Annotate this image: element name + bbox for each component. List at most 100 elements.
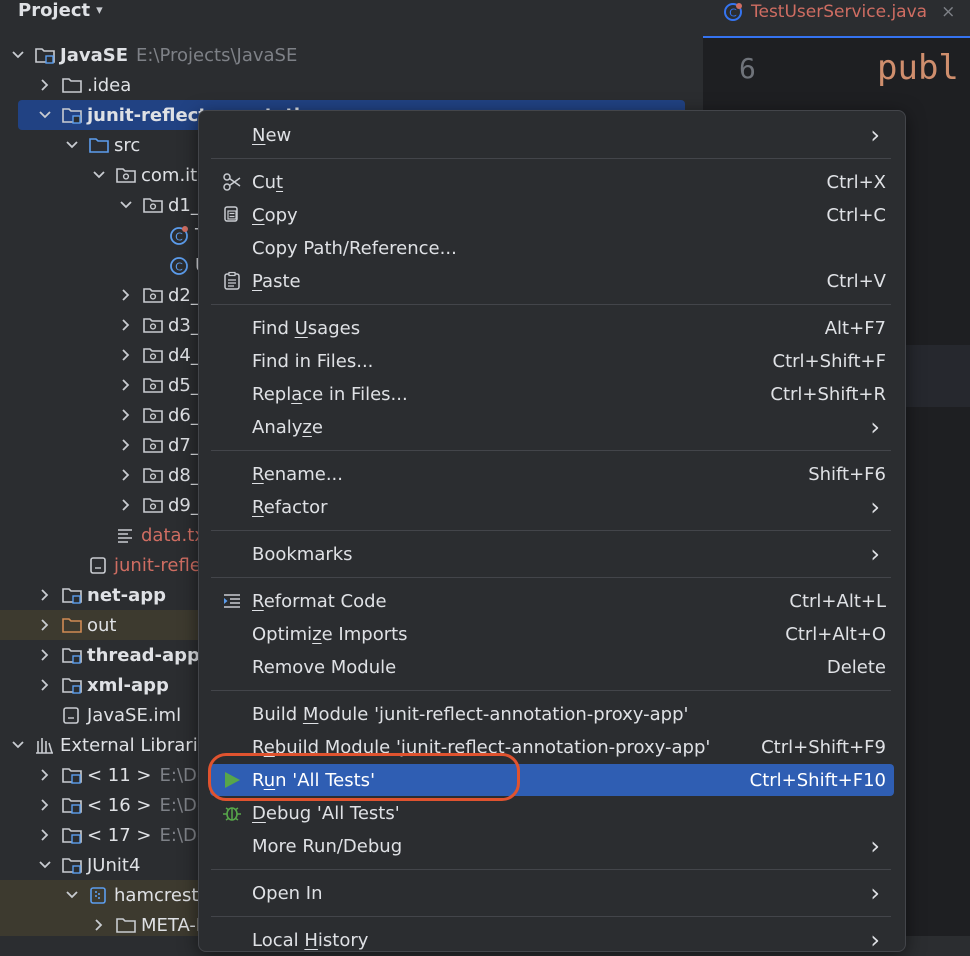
- menu-item-reformat-code[interactable]: Reformat Code Ctrl+Alt+L: [210, 585, 894, 617]
- menu-item-remove-module[interactable]: Remove Module Delete: [210, 651, 894, 683]
- menu-item-label: Debug 'All Tests': [252, 802, 400, 824]
- scissors-icon: [222, 172, 242, 192]
- chevron-right-icon[interactable]: [38, 78, 52, 92]
- menu-separator: [211, 450, 891, 451]
- menu-item-label: Copy Path/Reference...: [252, 237, 457, 259]
- menu-item-label: Replace in Files...: [252, 383, 408, 405]
- package-icon: [142, 285, 164, 305]
- chevron-right-icon[interactable]: [119, 498, 133, 512]
- tree-row[interactable]: JavaSE E:\Projects\JavaSE: [0, 40, 703, 70]
- package-icon: [142, 375, 164, 395]
- menu-item-shortcut: Alt+F7: [824, 317, 886, 339]
- menu-item-open-in[interactable]: Open In ›: [210, 877, 894, 909]
- chevron-right-icon[interactable]: [38, 798, 52, 812]
- chevron-right-icon[interactable]: [119, 288, 133, 302]
- tree-item-path: E:\Projects\JavaSE: [135, 44, 298, 66]
- package-icon: [142, 315, 164, 335]
- menu-item-label: More Run/Debug: [252, 835, 403, 857]
- chevron-down-icon[interactable]: [65, 888, 79, 902]
- tree-row[interactable]: .idea: [0, 70, 703, 100]
- tree-item-label: < 11 >: [87, 764, 152, 786]
- copy-icon: [222, 205, 242, 225]
- code-fragment[interactable]: publ: [877, 48, 959, 88]
- chevron-right-icon[interactable]: [38, 588, 52, 602]
- chevron-right-icon[interactable]: [119, 348, 133, 362]
- menu-item-run-all-tests[interactable]: Run 'All Tests' Ctrl+Shift+F10: [210, 764, 894, 796]
- menu-item-optimize-imports[interactable]: Optimize Imports Ctrl+Alt+O: [210, 618, 894, 650]
- menu-item-label: Find in Files...: [252, 350, 374, 372]
- run-icon: [222, 770, 242, 790]
- menu-item-new[interactable]: New ›: [210, 119, 894, 151]
- chevron-right-icon[interactable]: [38, 618, 52, 632]
- tree-item-label: JavaSE.iml: [87, 704, 182, 726]
- menu-item-build-module-junit-reflect-annotation-proxy-app[interactable]: Build Module 'junit-reflect-annotation-p…: [210, 698, 894, 730]
- chevron-down-icon[interactable]: [38, 858, 52, 872]
- panel-title: Project: [18, 0, 91, 21]
- menu-item-label: Cut: [252, 171, 284, 193]
- chevron-right-icon[interactable]: [119, 408, 133, 422]
- menu-item-cut[interactable]: Cut Ctrl+X: [210, 166, 894, 198]
- menu-item-local-history[interactable]: Local History ›: [210, 924, 894, 956]
- chevron-down-icon[interactable]: [11, 738, 25, 752]
- menu-item-refactor[interactable]: Refactor ›: [210, 491, 894, 523]
- chevron-right-icon[interactable]: [92, 918, 106, 932]
- menu-item-bookmarks[interactable]: Bookmarks ›: [210, 538, 894, 570]
- tree-item-label: JavaSE: [60, 44, 128, 66]
- menu-item-paste[interactable]: Paste Ctrl+V: [210, 265, 894, 297]
- chevron-down-icon[interactable]: [38, 108, 52, 122]
- tree-item-label: net-app: [87, 584, 167, 606]
- module-folder-icon: [61, 645, 83, 665]
- menu-item-find-in-files[interactable]: Find in Files... Ctrl+Shift+F: [210, 345, 894, 377]
- module-folder-icon: [61, 105, 83, 125]
- chevron-right-icon[interactable]: [38, 768, 52, 782]
- chevron-right-icon[interactable]: [38, 678, 52, 692]
- menu-item-shortcut: Delete: [826, 656, 886, 678]
- context-menu: New › Cut Ctrl+X Copy Ctrl+C Copy Path/Referen…: [198, 110, 906, 954]
- jdk-icon: [61, 825, 83, 845]
- excluded-folder-icon: [61, 615, 83, 635]
- jdk-icon: [61, 765, 83, 785]
- tree-item-label: out: [87, 614, 117, 636]
- project-view-selector[interactable]: Project ▾: [18, 0, 103, 24]
- menu-item-copy[interactable]: Copy Ctrl+C: [210, 199, 894, 231]
- chevron-down-icon[interactable]: [11, 48, 25, 62]
- package-icon: [142, 465, 164, 485]
- tree-item-label: xml-app: [87, 674, 169, 696]
- menu-item-copy-path-reference[interactable]: Copy Path/Reference...: [210, 232, 894, 264]
- chevron-right-icon[interactable]: [119, 318, 133, 332]
- menu-item-debug-all-tests[interactable]: Debug 'All Tests': [210, 797, 894, 829]
- test-class-icon: C: [723, 2, 743, 22]
- module-folder-icon: [61, 585, 83, 605]
- menu-item-rebuild-module-junit-reflect-annotation-proxy-app[interactable]: Rebuild Module 'junit-reflect-annotation…: [210, 731, 894, 763]
- menu-item-label: Reformat Code: [252, 590, 387, 612]
- chevron-down-icon[interactable]: [92, 168, 106, 182]
- close-icon[interactable]: ×: [941, 2, 955, 22]
- chevron-down-icon[interactable]: ▾: [96, 3, 103, 18]
- menu-item-label: Build Module 'junit-reflect-annotation-p…: [252, 703, 689, 725]
- chevron-right-icon[interactable]: [38, 648, 52, 662]
- menu-item-shortcut: Ctrl+Shift+R: [770, 383, 886, 405]
- menu-item-shortcut: Ctrl+Shift+F9: [761, 736, 886, 758]
- menu-item-find-usages[interactable]: Find Usages Alt+F7: [210, 312, 894, 344]
- chevron-right-icon: ›: [870, 879, 880, 907]
- chevron-right-icon[interactable]: [119, 378, 133, 392]
- menu-item-more-run-debug[interactable]: More Run/Debug ›: [210, 830, 894, 862]
- menu-item-shortcut: Ctrl+C: [826, 204, 886, 226]
- menu-separator: [211, 577, 891, 578]
- editor-tab[interactable]: C TestUserService.java ×: [723, 0, 955, 30]
- menu-item-label: Open In: [252, 882, 323, 904]
- menu-item-rename[interactable]: Rename... Shift+F6: [210, 458, 894, 490]
- chevron-right-icon[interactable]: [38, 828, 52, 842]
- chevron-right-icon: ›: [870, 832, 880, 860]
- svg-text:C: C: [175, 261, 183, 274]
- package-icon: [142, 195, 164, 215]
- chevron-down-icon[interactable]: [119, 198, 133, 212]
- library-icon: [34, 735, 56, 755]
- chevron-right-icon[interactable]: [119, 468, 133, 482]
- chevron-down-icon[interactable]: [65, 138, 79, 152]
- class-icon: C: [169, 255, 191, 275]
- menu-item-analyze[interactable]: Analyze ›: [210, 411, 894, 443]
- menu-item-replace-in-files[interactable]: Replace in Files... Ctrl+Shift+R: [210, 378, 894, 410]
- chevron-right-icon[interactable]: [119, 438, 133, 452]
